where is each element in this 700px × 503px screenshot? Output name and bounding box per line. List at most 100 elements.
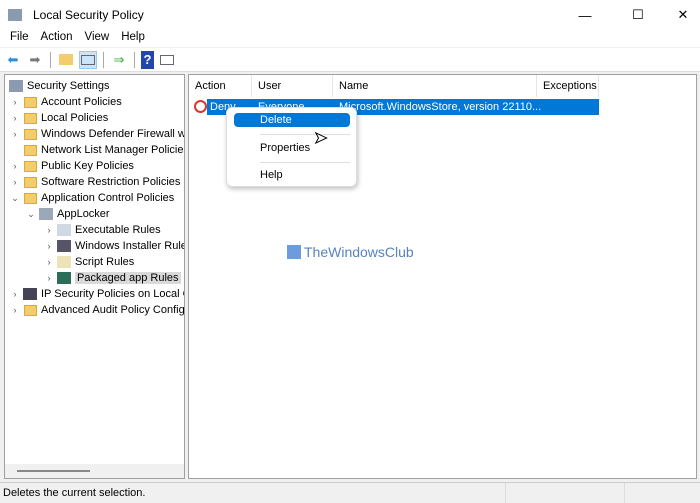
expand-chevron-icon[interactable]: › <box>9 97 21 107</box>
menu-separator <box>260 162 350 163</box>
tree-item[interactable]: › Account Policies <box>9 94 122 110</box>
folder-icon <box>24 304 37 316</box>
menu-separator <box>260 134 350 135</box>
column-header-user[interactable]: User <box>252 75 333 97</box>
close-button[interactable]: ✕ <box>660 0 700 30</box>
expand-chevron-icon[interactable]: › <box>43 273 55 283</box>
applocker-icon <box>39 208 53 220</box>
folder-icon <box>24 192 37 204</box>
expand-chevron-icon[interactable]: ⌄ <box>25 209 37 220</box>
security-settings-icon <box>9 80 23 92</box>
tree-item-label: Script Rules <box>75 256 135 268</box>
folder-icon <box>24 128 37 140</box>
deny-icon <box>194 100 207 113</box>
folder-icon <box>24 144 37 156</box>
mouse-cursor-icon: ➤ <box>313 130 328 148</box>
toolbar-separator <box>103 51 104 68</box>
expand-chevron-icon[interactable]: › <box>9 113 21 123</box>
tree-pane: Security Settings › Account Policies › Local… <box>4 74 185 479</box>
expand-chevron-icon[interactable]: › <box>9 161 21 171</box>
tree-item-label: Account Policies <box>41 96 122 108</box>
tree-item[interactable]: › Windows Defender Firewall wi <box>9 126 185 142</box>
folder-icon <box>24 176 37 188</box>
installer-rules-icon <box>57 240 71 252</box>
tree-item-label: Windows Defender Firewall wi <box>41 128 185 140</box>
tree-item[interactable]: ⌄ AppLocker <box>25 206 110 222</box>
app-icon <box>8 9 22 21</box>
watermark-text: TheWindowsClub <box>304 244 414 260</box>
tree-item-label: Packaged app Rules <box>75 272 181 284</box>
tree-item[interactable]: ⌄ Application Control Policies <box>9 190 174 206</box>
window-title: Local Security Policy <box>33 8 144 22</box>
forward-icon[interactable]: ➡ <box>26 51 44 69</box>
expand-chevron-icon[interactable]: ⌄ <box>9 193 21 204</box>
context-menu: Delete Properties Help <box>226 107 357 187</box>
expand-chevron-icon[interactable]: › <box>9 177 21 187</box>
script-rules-icon <box>57 256 71 268</box>
tree-item[interactable]: › Public Key Policies <box>9 158 134 174</box>
tree-item[interactable]: › IP Security Policies on Local Co <box>9 286 185 302</box>
context-help[interactable]: Help <box>260 168 283 183</box>
watermark-logo <box>287 245 301 259</box>
menu-file[interactable]: File <box>4 30 35 47</box>
expand-chevron-icon[interactable]: › <box>9 129 21 139</box>
tree-item[interactable]: Network List Manager Policies <box>9 142 184 158</box>
tree-item[interactable]: › Packaged app Rules <box>43 270 181 286</box>
tree-item[interactable]: › Windows Installer Rules <box>43 238 185 254</box>
watermark: TheWindowsClub <box>287 244 414 260</box>
expand-chevron-icon[interactable]: › <box>9 289 21 299</box>
up-folder-icon[interactable] <box>57 51 75 69</box>
column-header-name[interactable]: Name <box>333 75 537 97</box>
tree-item[interactable]: › Executable Rules <box>43 222 161 238</box>
tree-item-label: IP Security Policies on Local Co <box>41 288 185 300</box>
tree-item-label: Public Key Policies <box>41 160 134 172</box>
menu-help[interactable]: Help <box>115 30 151 47</box>
tree-item[interactable]: Security Settings <box>7 78 110 94</box>
back-icon[interactable]: ⬅ <box>4 51 22 69</box>
tree-item-label: Security Settings <box>27 80 110 92</box>
expand-chevron-icon[interactable]: › <box>9 305 21 315</box>
title-bar: Local Security Policy — ☐ ✕ <box>0 0 700 30</box>
export-list-icon[interactable]: ⇒ <box>110 51 128 69</box>
expand-chevron-icon[interactable]: › <box>43 225 55 235</box>
tree-item-label: Software Restriction Policies <box>41 176 181 188</box>
status-divider <box>624 483 625 503</box>
minimize-button[interactable]: — <box>562 0 608 30</box>
locked-folder-icon <box>24 96 37 108</box>
ip-security-icon <box>23 288 37 300</box>
context-delete[interactable]: Delete <box>260 113 292 128</box>
tree-item[interactable]: › Local Policies <box>9 110 109 126</box>
column-header-action[interactable]: Action <box>189 75 252 97</box>
context-properties[interactable]: Properties <box>260 141 310 156</box>
tree-item-label: Windows Installer Rules <box>75 240 185 252</box>
status-bar: Deletes the current selection. <box>0 482 700 503</box>
tree-item[interactable]: › Advanced Audit Policy Config <box>9 302 185 318</box>
tree-item[interactable]: › Script Rules <box>43 254 134 270</box>
horizontal-scrollbar[interactable] <box>5 464 184 478</box>
show-action-pane-icon[interactable] <box>158 51 176 69</box>
column-header-exceptions[interactable]: Exceptions <box>537 75 599 97</box>
help-icon[interactable]: ? <box>141 50 154 69</box>
maximize-button[interactable]: ☐ <box>615 0 661 30</box>
status-divider <box>505 483 506 503</box>
folder-icon <box>24 160 37 172</box>
tree-item-label: Executable Rules <box>75 224 161 236</box>
tree-item-label: Local Policies <box>41 112 109 124</box>
toolbar: ⬅ ➡ ⇒ ? <box>0 48 700 72</box>
menu-view[interactable]: View <box>79 30 116 47</box>
packaged-app-rules-icon <box>57 272 71 284</box>
tree-item-label: Application Control Policies <box>41 192 175 204</box>
cell-name: Microsoft.WindowsStore, version 22110... <box>339 101 542 113</box>
tree-item[interactable]: › Software Restriction Policies <box>9 174 181 190</box>
executable-rules-icon <box>57 224 71 236</box>
toolbar-separator <box>50 51 51 68</box>
expand-chevron-icon[interactable]: › <box>43 257 55 267</box>
status-text: Deletes the current selection. <box>3 487 146 499</box>
show-hide-tree-icon[interactable] <box>79 50 97 69</box>
expand-chevron-icon[interactable]: › <box>43 241 55 251</box>
tree-item-label: AppLocker <box>57 208 110 220</box>
scrollbar-thumb[interactable] <box>17 470 90 472</box>
tree-item-label: Advanced Audit Policy Config <box>41 304 185 316</box>
locked-folder-icon <box>24 112 37 124</box>
menu-action[interactable]: Action <box>35 30 79 47</box>
